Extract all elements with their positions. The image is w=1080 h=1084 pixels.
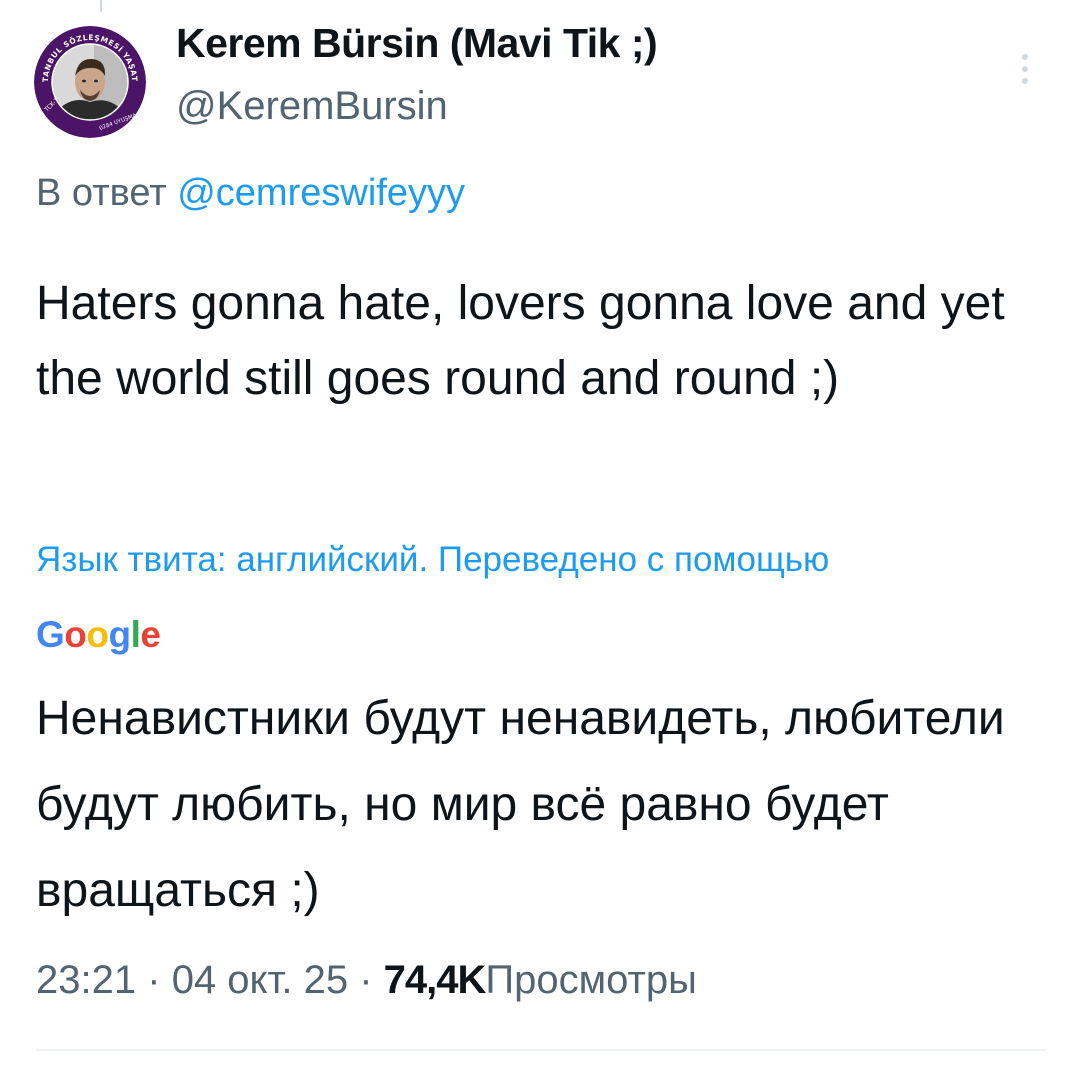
- views-count[interactable]: 74,4K: [384, 958, 487, 1002]
- avatar[interactable]: İSTANBUL SÖZLEŞMESİ YAŞATIR TCK-103 0284…: [34, 26, 146, 138]
- views-label: Просмотры: [485, 958, 697, 1002]
- divider: [36, 1049, 1046, 1051]
- meta-separator: ·: [147, 958, 161, 1002]
- more-vertical-icon: [1022, 54, 1028, 84]
- translation-attribution[interactable]: Язык твита: английский. Переведено с пом…: [36, 522, 936, 673]
- tweet-metadata: 23:21 · 04 окт. 25 · 74,4KПросмотры: [36, 958, 697, 1003]
- translated-tweet-text: Ненавистники будут ненавидеть, любители …: [36, 692, 1005, 917]
- more-options-button[interactable]: [1010, 44, 1040, 94]
- avatar-image: İSTANBUL SÖZLEŞMESİ YAŞATIR TCK-103 0284…: [34, 26, 146, 138]
- author-display-name[interactable]: Kerem Bürsin (Mavi Tik ;): [176, 20, 658, 67]
- meta-separator: ·: [359, 958, 373, 1002]
- thread-connector-line: [100, 0, 102, 12]
- google-logo: Google: [36, 614, 161, 655]
- tweet-text: Haters gonna hate, lovers gonna love and…: [36, 277, 1005, 405]
- tweet-date[interactable]: 04 окт. 25: [172, 958, 348, 1002]
- tweet-time[interactable]: 23:21: [36, 958, 136, 1002]
- reply-prefix: В ответ: [36, 172, 167, 214]
- translation-note-text: Язык твита: английский. Переведено с пом…: [36, 540, 830, 579]
- reply-context: В ответ @cemreswifeyyy: [36, 172, 465, 215]
- reply-mention-link[interactable]: @cemreswifeyyy: [177, 172, 465, 214]
- author-handle[interactable]: @KeremBursin: [176, 84, 448, 129]
